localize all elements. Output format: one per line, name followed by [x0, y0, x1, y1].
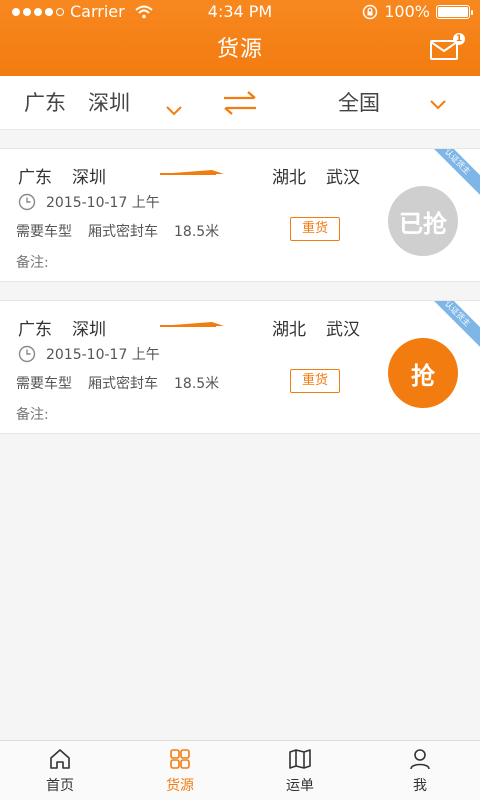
destination-selector[interactable]: 全国	[338, 76, 380, 130]
cargo-tag: 重货	[290, 369, 340, 393]
load-date: 2015-10-17 上午	[46, 195, 160, 211]
tab-label: 运单	[286, 777, 314, 794]
cargo-tag: 重货	[290, 217, 340, 241]
cargo-card[interactable]: 认证货主 广东 深圳 湖北 武汉 2015-10-17 上午 需要车型 厢式密封…	[0, 148, 480, 282]
note-label: 备注:	[16, 255, 49, 271]
tab-label: 首页	[46, 777, 74, 794]
page-title: 货源	[216, 37, 263, 62]
grabbed-badge: 已抢	[388, 186, 458, 256]
tab-bar: 首页 货源 运单 我	[0, 740, 480, 800]
clock-icon	[18, 345, 36, 363]
vehicle-length: 18.5米	[174, 224, 220, 240]
chevron-down-icon[interactable]	[430, 100, 446, 110]
grid-icon	[170, 748, 190, 769]
status-bar: Carrier 4:34 PM 100%	[0, 0, 480, 24]
from-province: 广东	[18, 320, 52, 340]
from-province: 广东	[18, 168, 52, 188]
load-date: 2015-10-17 上午	[46, 347, 160, 363]
note-label: 备注:	[16, 407, 49, 423]
clock-icon	[18, 193, 36, 211]
swap-icon[interactable]	[222, 90, 258, 116]
grab-button[interactable]: 抢	[388, 338, 458, 408]
to-city: 武汉	[326, 168, 360, 188]
message-badge: 1	[453, 33, 465, 45]
orientation-lock-icon	[363, 4, 378, 20]
chevron-down-icon[interactable]	[166, 106, 182, 116]
user-icon	[410, 748, 430, 769]
battery-icon	[436, 5, 473, 19]
vehicle-type: 厢式密封车	[88, 376, 158, 392]
origin-city: 深圳	[88, 91, 130, 115]
map-icon	[289, 748, 311, 769]
tab-me[interactable]: 我	[360, 741, 480, 800]
origin-province: 广东	[24, 91, 66, 115]
nav-bar: 货源 1	[0, 24, 480, 76]
tab-home[interactable]: 首页	[0, 741, 120, 800]
route-arrow-icon	[160, 170, 224, 175]
origin-selector[interactable]: 广东 深圳	[24, 76, 130, 130]
tab-cargo[interactable]: 货源	[120, 741, 240, 800]
to-city: 武汉	[326, 320, 360, 340]
tab-waybill[interactable]: 运单	[240, 741, 360, 800]
from-city: 深圳	[72, 320, 106, 340]
vehicle-label: 需要车型	[16, 224, 72, 240]
to-province: 湖北	[272, 320, 306, 340]
home-icon	[50, 748, 70, 769]
vehicle-length: 18.5米	[174, 376, 220, 392]
from-city: 深圳	[72, 168, 106, 188]
tab-label: 我	[413, 777, 427, 794]
top-bar: Carrier 4:34 PM 100% 货源 1	[0, 0, 480, 76]
vehicle-type: 厢式密封车	[88, 224, 158, 240]
message-button[interactable]: 1	[430, 33, 465, 62]
to-province: 湖北	[272, 168, 306, 188]
cargo-card[interactable]: 认证货主 广东 深圳 湖北 武汉 2015-10-17 上午 需要车型 厢式密封…	[0, 300, 480, 434]
battery-percent: 100%	[384, 2, 430, 21]
tab-label: 货源	[166, 777, 194, 794]
cargo-list: 认证货主 广东 深圳 湖北 武汉 2015-10-17 上午 需要车型 厢式密封…	[0, 148, 480, 452]
vehicle-label: 需要车型	[16, 376, 72, 392]
route-arrow-icon	[160, 322, 224, 327]
filter-bar: 广东 深圳 全国	[0, 76, 480, 130]
